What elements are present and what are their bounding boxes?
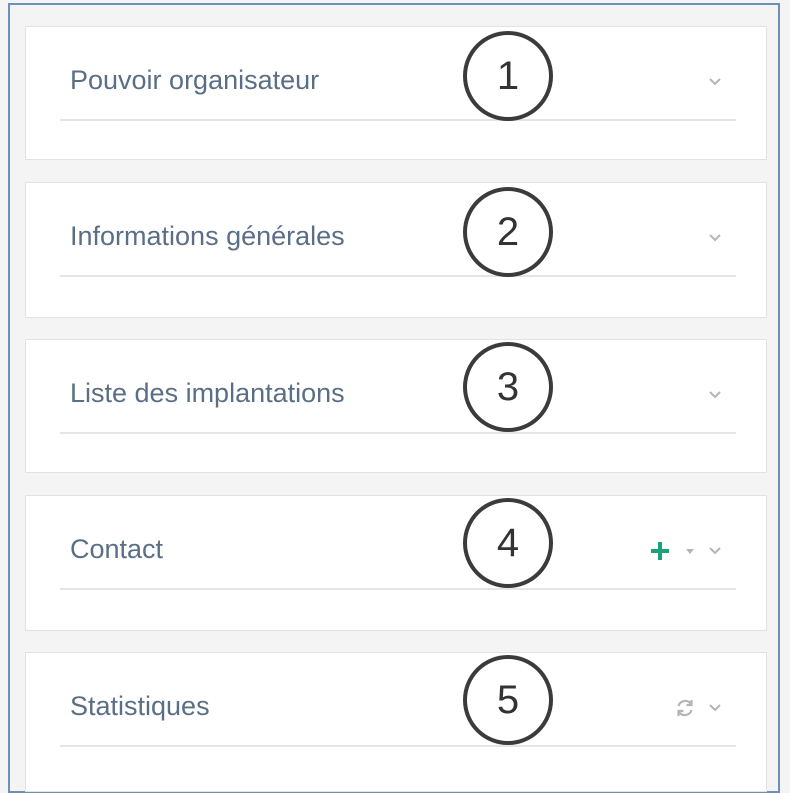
panel-header[interactable]: Liste des implantations [60, 340, 736, 434]
panel-title: Statistiques [70, 691, 210, 721]
chevron-down-icon[interactable] [708, 75, 722, 89]
callout-number-badge: 5 [463, 655, 553, 745]
panel-title: Liste des implantations [70, 378, 345, 408]
panel-tools [708, 380, 722, 410]
callout-number-badge: 4 [463, 498, 553, 588]
panel-statistiques: Statistiques 5 [25, 652, 767, 792]
chevron-down-icon[interactable] [708, 544, 722, 558]
panel-header[interactable]: Statistiques [60, 653, 736, 747]
refresh-icon[interactable] [674, 697, 696, 719]
panel-tools [674, 693, 722, 723]
panel-title: Contact [70, 534, 164, 564]
panel-pouvoir-organisateur: Pouvoir organisateur 1 [25, 26, 767, 160]
chevron-down-icon[interactable] [708, 701, 722, 715]
panel-tools [708, 223, 722, 253]
panel-header[interactable]: Pouvoir organisateur [60, 27, 736, 121]
panel-title: Pouvoir organisateur [70, 65, 320, 95]
panel-tools [708, 67, 722, 97]
caret-down-icon[interactable] [684, 546, 696, 556]
callout-number-badge: 3 [463, 342, 553, 432]
panel-header[interactable]: Contact [60, 496, 736, 590]
panel-informations-generales: Informations générales 2 [25, 182, 767, 318]
panel-liste-des-implantations: Liste des implantations 3 [25, 339, 767, 473]
chevron-down-icon[interactable] [708, 388, 722, 402]
panel-title: Informations générales [70, 221, 345, 251]
callout-number-badge: 1 [463, 31, 553, 121]
panel-tools [648, 536, 722, 566]
panel-contact: Contact 4 [25, 495, 767, 631]
plus-icon[interactable] [648, 539, 672, 563]
chevron-down-icon[interactable] [708, 231, 722, 245]
callout-number-badge: 2 [463, 187, 553, 277]
panel-header[interactable]: Informations générales [60, 183, 736, 277]
